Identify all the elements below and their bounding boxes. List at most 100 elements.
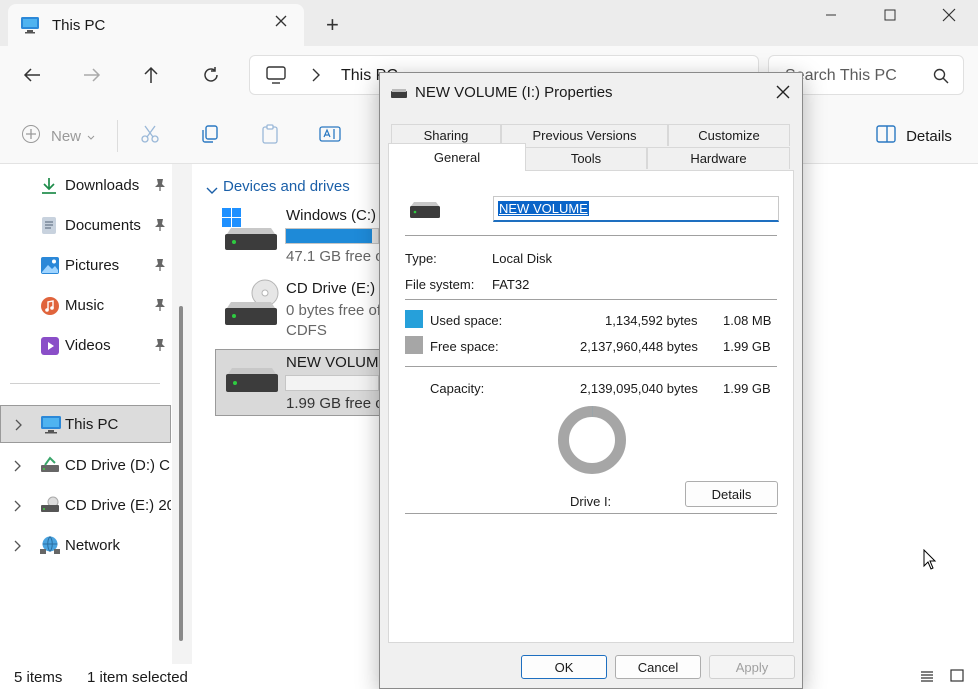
new-button[interactable]: New xyxy=(16,118,100,154)
item-count: 5 items xyxy=(14,669,63,686)
sidebar-item-label: Videos xyxy=(65,337,111,354)
chevron-right-icon[interactable] xyxy=(14,539,22,556)
free-space-size: 1.99 GB xyxy=(723,339,771,354)
dialog-title: NEW VOLUME (I:) Properties xyxy=(415,84,613,101)
minimize-button[interactable] xyxy=(808,0,854,30)
chevron-right-icon[interactable] xyxy=(14,499,22,516)
music-icon xyxy=(40,296,60,320)
chevron-right-icon[interactable] xyxy=(14,459,22,476)
used-space-swatch xyxy=(405,310,423,328)
rename-button[interactable] xyxy=(314,118,346,154)
divider xyxy=(405,513,777,514)
cut-button[interactable] xyxy=(134,118,166,154)
tab-hardware[interactable]: Hardware xyxy=(647,147,790,169)
tab-this-pc[interactable]: This PC xyxy=(8,4,304,46)
tab-label: Previous Versions xyxy=(532,128,637,143)
monitor-icon xyxy=(20,16,40,38)
filesystem-value: FAT32 xyxy=(492,277,530,292)
sidebar-item-music[interactable]: Music xyxy=(0,286,172,324)
monitor-outline-icon xyxy=(266,66,286,88)
copy-icon xyxy=(200,124,220,148)
cd-drive-icon xyxy=(40,456,60,478)
drive-item-cd-e[interactable]: CD Drive (E:) 2 0 bytes free of CDFS xyxy=(216,276,388,342)
large-icons-view-icon[interactable] xyxy=(950,669,964,687)
sidebar-item-network[interactable]: Network xyxy=(0,526,172,564)
sidebar-scrollbar-thumb[interactable] xyxy=(179,306,183,641)
navigation-pane: Downloads Documents Pictures Music Video… xyxy=(0,164,172,664)
videos-icon xyxy=(40,336,60,360)
drive-free-text: 0 bytes free of xyxy=(286,302,382,319)
search-icon xyxy=(933,68,949,88)
scissors-icon xyxy=(140,124,160,148)
disk-details-button[interactable]: Details xyxy=(685,481,778,507)
sidebar-item-label: Downloads xyxy=(65,177,140,194)
cancel-button[interactable]: Cancel xyxy=(615,655,701,679)
details-view-icon[interactable] xyxy=(920,670,934,688)
drive-usage-bar xyxy=(285,375,379,391)
free-space-label: Free space: xyxy=(430,339,499,354)
apply-button[interactable]: Apply xyxy=(709,655,795,679)
network-icon xyxy=(39,535,61,559)
drive-usage-bar xyxy=(285,228,379,244)
tab-tools[interactable]: Tools xyxy=(525,147,647,169)
sidebar-item-videos[interactable]: Videos xyxy=(0,326,172,364)
download-arrow-icon xyxy=(40,177,58,199)
sidebar-item-this-pc[interactable]: This PC xyxy=(0,405,171,443)
button-label: Cancel xyxy=(637,659,679,675)
paste-button[interactable] xyxy=(254,118,286,154)
pin-icon[interactable] xyxy=(154,218,166,236)
tab-title: This PC xyxy=(52,17,106,34)
windows-drive-icon xyxy=(221,206,277,256)
back-button[interactable] xyxy=(12,55,52,95)
plus-circle-icon xyxy=(21,124,41,148)
monitor-icon xyxy=(40,415,62,439)
pin-icon[interactable] xyxy=(154,178,166,196)
sidebar-item-documents[interactable]: Documents xyxy=(0,206,172,244)
used-space-bytes: 1,134,592 bytes xyxy=(605,313,698,328)
chevron-right-icon[interactable] xyxy=(15,418,23,435)
new-tab-button[interactable]: + xyxy=(326,14,339,36)
volume-name-input[interactable]: NEW VOLUME xyxy=(493,196,779,222)
up-button[interactable] xyxy=(131,55,171,95)
tab-previous-versions[interactable]: Previous Versions xyxy=(501,124,668,146)
filesystem-label: File system: xyxy=(405,277,475,292)
sidebar-item-label: Documents xyxy=(65,217,141,234)
maximize-button[interactable] xyxy=(867,0,913,30)
sidebar-item-label: Network xyxy=(65,537,121,554)
sidebar-item-downloads[interactable]: Downloads xyxy=(0,166,172,204)
capacity-size: 1.99 GB xyxy=(723,381,771,396)
drive-icon xyxy=(390,87,408,104)
tab-label: Tools xyxy=(570,151,602,166)
type-value: Local Disk xyxy=(492,251,552,266)
pin-icon[interactable] xyxy=(154,258,166,276)
ok-button[interactable]: OK xyxy=(521,655,607,679)
details-label: Details xyxy=(906,127,952,145)
close-icon[interactable] xyxy=(776,85,790,103)
properties-dialog: NEW VOLUME (I:) Properties Sharing Previ… xyxy=(379,72,803,689)
sidebar-item-cd-drive-d[interactable]: CD Drive (D:) CE xyxy=(0,446,172,484)
pin-icon[interactable] xyxy=(154,338,166,356)
sidebar-item-pictures[interactable]: Pictures xyxy=(0,246,172,284)
volume-name-text: NEW VOLUME xyxy=(498,201,589,216)
hard-drive-icon xyxy=(408,201,442,225)
used-space-size: 1.08 MB xyxy=(723,313,772,328)
details-pane-button[interactable]: Details xyxy=(872,118,956,154)
pin-icon[interactable] xyxy=(154,298,166,316)
new-label: New xyxy=(50,127,81,145)
group-header-devices[interactable]: Devices and drives xyxy=(223,178,350,195)
tab-general[interactable]: General xyxy=(388,143,526,171)
copy-button[interactable] xyxy=(194,118,226,154)
tab-customize[interactable]: Customize xyxy=(668,124,790,146)
drive-name: Windows (C:) xyxy=(286,207,377,224)
hard-drive-icon xyxy=(222,366,278,402)
close-window-button[interactable] xyxy=(926,0,972,30)
chevron-down-icon[interactable] xyxy=(206,182,218,199)
close-tab-icon[interactable] xyxy=(274,14,288,32)
forward-button[interactable] xyxy=(72,55,112,95)
sidebar-item-cd-drive-e[interactable]: CD Drive (E:) 20: xyxy=(0,486,172,524)
general-tab-panel: NEW VOLUME Type: Local Disk File system:… xyxy=(388,170,794,643)
divider xyxy=(405,299,777,300)
pictures-icon xyxy=(40,256,60,279)
sidebar-item-label: CD Drive (D:) CE xyxy=(65,457,171,474)
refresh-button[interactable] xyxy=(191,55,231,95)
